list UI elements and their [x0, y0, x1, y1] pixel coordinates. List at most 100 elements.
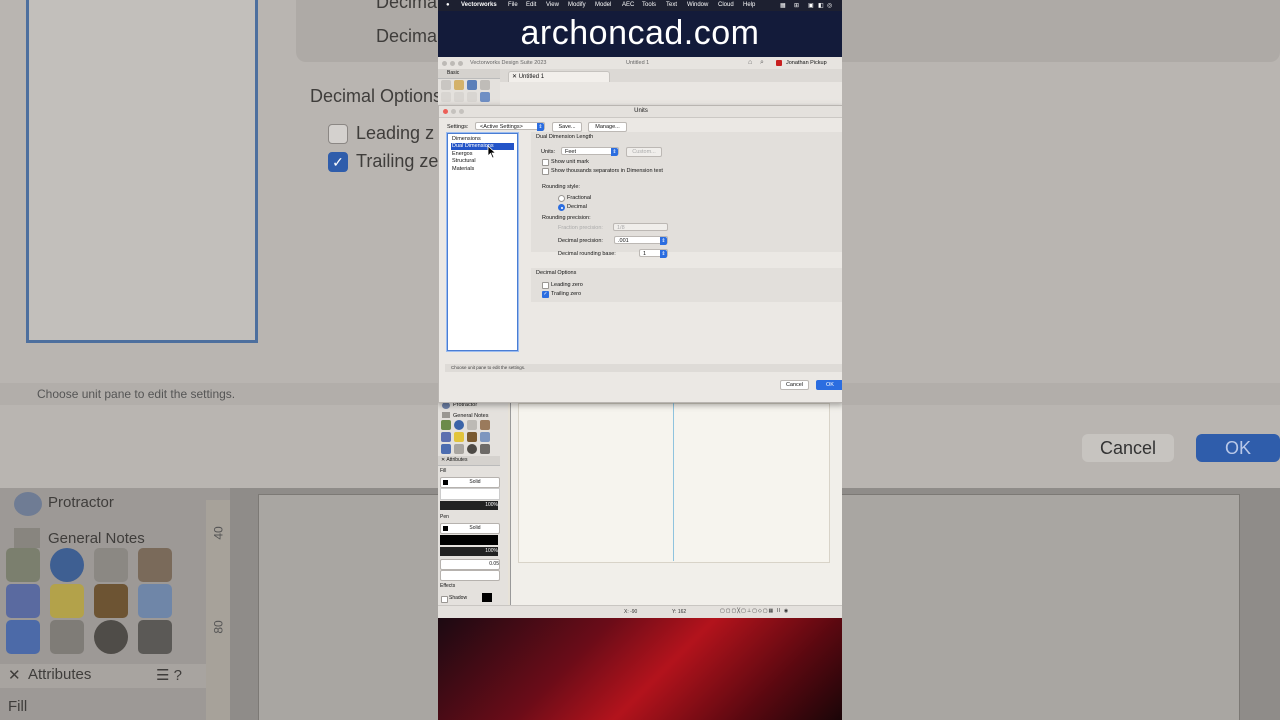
search-icon[interactable]: ⌕: [760, 59, 764, 67]
fractional-radio[interactable]: [558, 195, 565, 202]
app-window: Vectorworks Design Suite 2023 Untitled 1…: [438, 57, 842, 618]
menu-file[interactable]: File: [508, 2, 518, 8]
ok-button[interactable]: OK: [816, 380, 842, 390]
stepper-icon[interactable]: ⇕: [660, 250, 667, 258]
snap-icons[interactable]: ▢▢▢╳▢⊥▢◇▢▦ II ◉: [720, 608, 789, 614]
bg-protractor-icon: [14, 492, 42, 516]
manage-settings-button[interactable]: Manage...: [588, 122, 627, 132]
notification-icon[interactable]: [776, 60, 782, 66]
rounding-precision-label: Rounding precision:: [542, 215, 591, 221]
menu-modify[interactable]: Modify: [568, 2, 586, 8]
menu-tools[interactable]: Tools: [642, 2, 656, 8]
home-icon[interactable]: ⌂: [748, 59, 752, 66]
pen-style-select[interactable]: Solid: [440, 523, 500, 534]
window-close-button[interactable]: [442, 60, 447, 66]
locus-tool-icon[interactable]: [467, 92, 477, 102]
popup-chevron-icon: ⇕: [660, 237, 667, 245]
app-menu[interactable]: Vectorworks: [461, 2, 497, 8]
dialog-title: Units: [634, 108, 648, 114]
bg-tool-icon: [50, 620, 84, 654]
units-popup[interactable]: Feet ⇕: [561, 147, 619, 156]
menu-cloud[interactable]: Cloud: [718, 2, 734, 8]
pane-item-energos[interactable]: Energos: [451, 151, 514, 158]
decimal-label: Decimal: [567, 204, 587, 210]
site-model-tool-icon[interactable]: [441, 420, 451, 430]
bg-tool-icon: [6, 620, 40, 654]
bg-tool-icon: [94, 620, 128, 654]
fill-opacity[interactable]: 100%: [440, 501, 498, 510]
text-tool-icon[interactable]: [441, 92, 451, 102]
pencil-tool-icon[interactable]: [480, 432, 490, 442]
show-thousands-checkbox[interactable]: [542, 168, 549, 175]
gear-tool-icon[interactable]: [480, 444, 490, 454]
pane-item-dual-dimensions[interactable]: Dual Dimensions: [451, 143, 514, 150]
save-settings-button[interactable]: Save...: [552, 122, 582, 132]
menubar-status-icon[interactable]: ◧: [818, 2, 824, 9]
reel-tool-icon[interactable]: [467, 444, 477, 454]
bg-tool-icon: [94, 548, 128, 582]
menu-window[interactable]: Window: [687, 2, 708, 8]
fill-style-value: Solid: [469, 479, 481, 485]
pan-tool-icon[interactable]: [454, 80, 464, 90]
menu-edit[interactable]: Edit: [526, 2, 536, 8]
bg-tool-icon: [50, 548, 84, 582]
menu-view[interactable]: View: [546, 2, 559, 8]
cancel-button[interactable]: Cancel: [780, 380, 809, 390]
settings-popup[interactable]: <Active Settings> ⇕: [475, 122, 545, 131]
window-minimize-button[interactable]: [450, 60, 455, 66]
line-markers-select[interactable]: [440, 570, 500, 581]
fill-style-select[interactable]: Solid: [440, 477, 500, 488]
menu-help[interactable]: Help: [743, 2, 755, 8]
selection-tool-icon[interactable]: [441, 80, 451, 90]
pipe-tool-icon[interactable]: [441, 444, 451, 454]
pen-opacity[interactable]: 100%: [440, 547, 498, 556]
document-title: Untitled 1: [626, 60, 650, 66]
rounding-style-label: Rounding style:: [542, 184, 580, 190]
beam-tool-icon[interactable]: [454, 444, 464, 454]
leading-zero-label: Leading zero: [551, 282, 583, 288]
decimal-radio[interactable]: [558, 204, 565, 211]
decimal-rounding-base-field[interactable]: 1 ⇕: [639, 249, 668, 258]
bg-decimal-options: Decimal Options: [310, 86, 443, 106]
callout-tool-icon[interactable]: [454, 92, 464, 102]
unit-pane-list[interactable]: Dimensions Dual Dimensions Energos Struc…: [447, 133, 518, 351]
fraction-precision-popup[interactable]: 1/8: [613, 223, 668, 231]
trailing-zero-checkbox[interactable]: ✓: [542, 291, 549, 298]
menubar-status-icon[interactable]: ◎: [827, 2, 832, 9]
house-tool-icon[interactable]: [480, 420, 490, 430]
menu-aec[interactable]: AEC: [622, 2, 634, 8]
window-zoom-button[interactable]: [458, 60, 463, 66]
massing-tool-icon[interactable]: [441, 432, 451, 442]
line-weight-field[interactable]: 0.05: [440, 559, 500, 570]
pane-item-dimensions[interactable]: Dimensions: [451, 136, 514, 143]
box-tool-icon[interactable]: [467, 432, 477, 442]
menu-model[interactable]: Model: [595, 2, 611, 8]
leading-zero-checkbox[interactable]: [542, 282, 549, 289]
flyover-tool-icon[interactable]: [467, 80, 477, 90]
dialog-close-button[interactable]: [443, 109, 448, 114]
apple-menu-icon[interactable]: ●: [446, 2, 450, 8]
show-unit-mark-checkbox[interactable]: [542, 159, 549, 166]
light-tool-icon[interactable]: [454, 432, 464, 442]
protractor-icon: [442, 402, 450, 409]
tab-close-icon[interactable]: ✕: [512, 74, 517, 80]
slab-tool-icon[interactable]: [467, 420, 477, 430]
globe-tool-icon[interactable]: [454, 420, 464, 430]
pane-item-structural[interactable]: Structural: [451, 158, 514, 165]
pane-item-materials[interactable]: Materials: [451, 166, 514, 173]
menubar-status-icon[interactable]: ⊞: [794, 2, 799, 9]
guide-line: [673, 403, 674, 561]
decimal-precision-popup[interactable]: .001 ⇕: [614, 236, 668, 245]
attributes-close-icon[interactable]: ✕: [441, 457, 445, 463]
zoom-tool-icon[interactable]: [480, 80, 490, 90]
bg-general-notes: General Notes: [48, 530, 145, 547]
shadow-color-swatch[interactable]: [482, 593, 492, 602]
menubar-status-icon[interactable]: ▦: [780, 2, 786, 9]
shadow-checkbox[interactable]: [441, 596, 448, 603]
user-name[interactable]: Jonathan Pickup: [786, 60, 827, 66]
palette-general-notes[interactable]: General Notes: [453, 413, 488, 419]
dimension-tool-icon[interactable]: [480, 92, 490, 102]
menu-text[interactable]: Text: [666, 2, 677, 8]
menubar-status-icon[interactable]: ▣: [808, 2, 814, 9]
custom-units-button[interactable]: Custom...: [626, 147, 662, 157]
